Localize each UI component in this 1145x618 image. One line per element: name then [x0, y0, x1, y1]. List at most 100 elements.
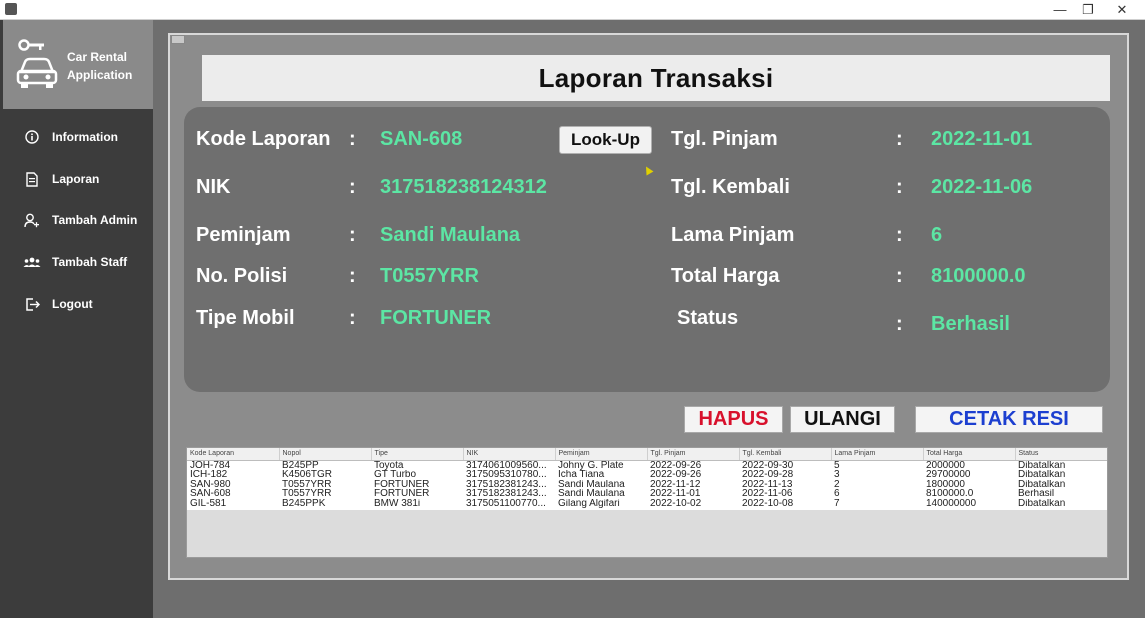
table-cell: 7 [834, 498, 840, 509]
tipe-mobil-label: Tipe Mobil [196, 307, 295, 329]
info-icon [22, 129, 42, 145]
brand-line-1: Car Rental [67, 50, 128, 64]
table-row[interactable]: SAN-608 T0557YRR FORTUNER 3175182381243.… [187, 489, 1107, 499]
column-header[interactable]: Tgl. Pinjam [647, 448, 740, 461]
table-cell: 3175095310780... [466, 470, 547, 480]
table-cell: Icha Tiana [558, 470, 605, 480]
frame-menu-icon[interactable] [171, 35, 185, 44]
ulangi-button[interactable]: ULANGI [790, 406, 895, 433]
sidebar [0, 20, 153, 618]
table-cell: 3175182381243... [466, 489, 547, 499]
table-cell: ICH-182 [190, 470, 228, 480]
add-user-icon [22, 212, 42, 228]
table-row[interactable]: ICH-182 K4506TGR GT Turbo 3175095310780.… [187, 470, 1107, 480]
sidebar-item-tambah-staff[interactable]: Tambah Staff [22, 251, 152, 273]
table-cell: T0557YRR [282, 479, 332, 490]
table-cell: 29700000 [926, 470, 971, 480]
table-cell: 2022-09-30 [742, 460, 794, 471]
table-cell: B245PPK [282, 498, 326, 509]
colon: : [896, 224, 903, 246]
table-cell: Dibatalkan [1018, 479, 1066, 490]
peminjam-value: Sandi Maulana [380, 224, 521, 246]
table-cell: 5 [834, 460, 840, 471]
page-title: Laporan Transaksi [538, 62, 774, 93]
group-icon [22, 254, 42, 270]
table-cell: T0557YRR [282, 489, 332, 499]
column-header[interactable]: Peminjam [555, 448, 648, 461]
table-cell: GT Turbo [374, 470, 417, 480]
no-polisi-label: No. Polisi [196, 265, 288, 287]
sidebar-item-logout[interactable]: Logout [22, 293, 152, 315]
column-header[interactable]: Total Harga [923, 448, 1016, 461]
table-row[interactable]: SAN-980 T0557YRR FORTUNER 3175182381243.… [187, 479, 1107, 490]
table-cell: Berhasil [1018, 489, 1055, 499]
table-cell: JOH-784 [190, 460, 231, 471]
document-icon [22, 171, 42, 187]
window-titlebar: — ❐ ✕ [0, 0, 1145, 20]
maximize-button[interactable]: ❐ [1076, 1, 1100, 19]
brand-line-2: Application [67, 68, 133, 82]
table-cell: 2000000 [926, 460, 965, 471]
table-row[interactable]: JOH-784 B245PP Toyota 3174061009560... J… [187, 460, 1107, 471]
column-header[interactable]: Lama Pinjam [831, 448, 924, 461]
table-cell: FORTUNER [374, 489, 430, 499]
close-button[interactable]: ✕ [1110, 1, 1134, 19]
nik-value: 317518238124312 [380, 176, 547, 198]
table-cell: 2022-11-12 [650, 479, 701, 490]
table-empty-area [187, 510, 1107, 557]
table-cell: FORTUNER [374, 479, 430, 490]
sidebar-item-label: Tambah Staff [52, 255, 128, 269]
colon: : [896, 176, 903, 198]
table-cell: Dibatalkan [1018, 470, 1066, 480]
column-header[interactable]: NIK [463, 448, 556, 461]
sidebar-item-information[interactable]: Information [22, 126, 152, 148]
column-header[interactable]: Nopol [279, 448, 372, 461]
table-cell: SAN-980 [190, 479, 231, 490]
table-cell: Sandi Maulana [558, 489, 625, 499]
table-cell: 2022-09-28 [742, 470, 794, 480]
minimize-button[interactable]: — [1048, 1, 1072, 19]
table-row[interactable]: GIL-581 B245PPK BMW 381i 3175051100770..… [187, 498, 1107, 509]
table-cell: Johny G. Plate [558, 460, 624, 471]
colon: : [349, 128, 356, 150]
total-harga-label: Total Harga [671, 265, 780, 287]
colon: : [349, 224, 356, 246]
table-cell: Gilang Algifari [558, 498, 620, 509]
table-cell: 6 [834, 489, 840, 499]
table-cell: 2022-11-06 [742, 489, 793, 499]
sidebar-item-label: Logout [52, 297, 93, 311]
hapus-button[interactable]: HAPUS [684, 406, 783, 433]
no-polisi-value: T0557YRR [380, 265, 479, 287]
table-cell: Dibatalkan [1018, 498, 1066, 509]
column-header[interactable]: Tgl. Kembali [739, 448, 832, 461]
table-cell: 3175182381243... [466, 479, 547, 490]
sidebar-item-laporan[interactable]: Laporan [22, 168, 152, 190]
table-cell: K4506TGR [282, 470, 333, 480]
table-cell: 3 [834, 470, 840, 480]
table-cell: GIL-581 [190, 498, 227, 509]
lookup-button[interactable]: Look-Up [559, 126, 652, 154]
brand-title: Car Rental Application [67, 48, 132, 84]
table-cell: 3175051100770... [466, 498, 546, 509]
colon: : [896, 128, 903, 150]
sidebar-item-tambah-admin[interactable]: Tambah Admin [22, 209, 152, 231]
cetak-resi-button[interactable]: CETAK RESI [915, 406, 1103, 433]
status-label: Status [677, 307, 739, 329]
column-header[interactable]: Tipe [371, 448, 464, 461]
tgl-kembali-label: Tgl. Kembali [671, 176, 790, 198]
transaction-table: Kode Laporan Nopol Tipe NIK Peminjam Tgl… [186, 447, 1108, 558]
table-cell: 2022-11-01 [650, 489, 701, 499]
column-header[interactable]: Status [1015, 448, 1107, 461]
table-header-row: Kode Laporan Nopol Tipe NIK Peminjam Tgl… [187, 448, 1107, 461]
table-cell: B245PP [282, 460, 319, 471]
brand-header: Car Rental Application [3, 20, 153, 109]
column-header[interactable]: Kode Laporan [187, 448, 280, 461]
table-cell: 2022-11-13 [742, 479, 793, 490]
kode-laporan-value[interactable]: SAN-608 [380, 128, 462, 151]
nik-label: NIK [196, 176, 231, 198]
lama-pinjam-label: Lama Pinjam [671, 224, 795, 246]
table-cell: BMW 381i [374, 498, 421, 509]
table-cell: Sandi Maulana [558, 479, 625, 490]
table-cell: 3174061009560... [466, 460, 547, 471]
lama-pinjam-value: 6 [931, 224, 943, 246]
